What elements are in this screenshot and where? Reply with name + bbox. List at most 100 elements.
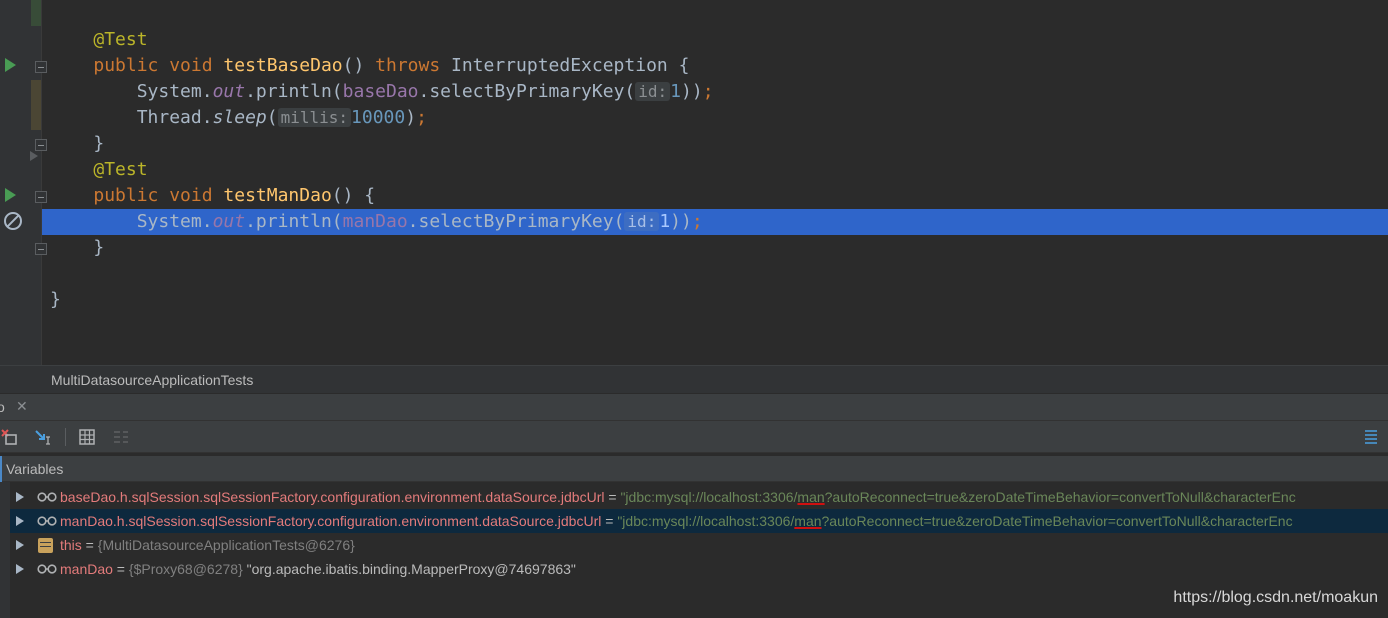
restore-panel-icon[interactable] xyxy=(1363,429,1379,445)
close-icon[interactable]: ✕ xyxy=(16,398,28,415)
code-text: public void testManDao() { xyxy=(50,183,375,209)
code-text: } xyxy=(50,131,104,157)
editor-gutter[interactable] xyxy=(0,0,47,365)
evaluate-expression-icon[interactable] xyxy=(79,429,95,445)
code-text: @Test xyxy=(50,157,148,183)
variable-value: "org.apache.ibatis.binding.MapperProxy@7… xyxy=(242,561,576,577)
breadcrumb-class[interactable]: MultiDatasourceApplicationTests xyxy=(51,366,253,394)
code-token: .println( xyxy=(245,211,343,232)
code-line[interactable]: @Test xyxy=(42,157,1388,183)
code-text: } xyxy=(50,287,61,313)
code-token: System. xyxy=(93,81,213,102)
variable-equals: = xyxy=(81,537,98,553)
code-line[interactable]: } xyxy=(42,235,1388,261)
variable-text: this = {MultiDatasourceApplicationTests@… xyxy=(60,533,355,557)
variable-text: manDao.h.sqlSession.sqlSessionFactory.co… xyxy=(60,509,1293,533)
debug-toolbar xyxy=(0,421,1388,453)
variable-equals: = xyxy=(604,489,621,505)
parameter-hint: id: xyxy=(624,212,660,231)
watermark: https://blog.csdn.net/moakun xyxy=(1173,589,1378,606)
muted-breakpoint-icon[interactable] xyxy=(4,212,22,230)
run-test-icon[interactable] xyxy=(5,188,16,202)
variable-value: "jdbc:mysql://localhost:3306/ xyxy=(620,489,798,505)
variable-row[interactable]: baseDao.h.sqlSession.sqlSessionFactory.c… xyxy=(10,485,1388,509)
code-token: )) xyxy=(681,81,703,102)
code-token: System. xyxy=(93,211,213,232)
code-token: ) xyxy=(405,107,417,128)
code-token: testManDao xyxy=(223,185,332,206)
code-token: 1 xyxy=(670,81,681,102)
code-token: out xyxy=(212,81,246,102)
code-line[interactable] xyxy=(42,261,1388,287)
code-token: InterruptedException { xyxy=(451,55,690,76)
code-token: () xyxy=(342,55,376,76)
code-token: Thread. xyxy=(93,107,213,128)
variable-name: manDao.h.sqlSession.sqlSessionFactory.co… xyxy=(60,513,602,529)
code-token: ; xyxy=(691,211,703,232)
variable-name: baseDao.h.sqlSession.sqlSessionFactory.c… xyxy=(60,489,605,505)
variables-header: Variables xyxy=(0,455,1388,483)
code-line[interactable]: Thread.sleep(millis: 10000); xyxy=(42,105,1388,131)
code-text: @Test xyxy=(50,27,148,53)
code-text: } xyxy=(50,235,104,261)
expand-arrow-icon[interactable] xyxy=(16,516,24,526)
code-token: 10000 xyxy=(351,107,406,128)
expand-arrow-icon[interactable] xyxy=(16,540,24,550)
code-token: .selectByPrimaryKey( xyxy=(407,211,625,232)
expand-arrow-icon[interactable] xyxy=(16,492,24,502)
code-token: @Test xyxy=(93,29,148,50)
code-token: )) xyxy=(670,211,692,232)
variable-row[interactable]: this = {MultiDatasourceApplicationTests@… xyxy=(10,533,1388,557)
code-token: public void xyxy=(93,185,224,206)
code-token: manDao xyxy=(342,211,408,232)
code-line[interactable]: public void testBaseDao() throws Interru… xyxy=(42,53,1388,79)
code-text: System.out.println(baseDao.selectByPrima… xyxy=(50,79,714,105)
code-line[interactable]: } xyxy=(42,287,1388,313)
code-token: .selectByPrimaryKey( xyxy=(418,81,636,102)
code-token: 1 xyxy=(659,211,671,232)
code-line-current[interactable]: System.out.println(manDao.selectByPrimar… xyxy=(42,209,1388,235)
variable-row[interactable]: manDao.h.sqlSession.sqlSessionFactory.co… xyxy=(10,509,1388,533)
variable-name: this xyxy=(60,537,82,553)
run-test-icon[interactable] xyxy=(5,58,16,72)
code-line[interactable]: } xyxy=(42,131,1388,157)
code-token: baseDao xyxy=(342,81,419,102)
code-line[interactable]: System.out.println(baseDao.selectByPrima… xyxy=(42,79,1388,105)
change-marker xyxy=(31,80,41,130)
debug-tab-label[interactable]: o xyxy=(0,399,5,415)
step-into-icon[interactable] xyxy=(35,429,51,445)
variable-row[interactable]: manDao = {$Proxy68@6278} "org.apache.iba… xyxy=(10,557,1388,581)
variables-left-bar xyxy=(0,482,10,618)
code-text: Thread.sleep(millis: 10000); xyxy=(50,105,427,131)
breadcrumb[interactable]: MultiDatasourceApplicationTests xyxy=(0,365,1388,393)
code-token: public void xyxy=(93,55,224,76)
watch-glasses-icon xyxy=(37,516,57,526)
variable-equals: = xyxy=(601,513,618,529)
code-token: () { xyxy=(331,185,376,206)
code-text: System.out.println(manDao.selectByPrimar… xyxy=(50,209,703,235)
variable-value-highlight: man xyxy=(794,513,822,529)
variable-equals: = xyxy=(112,561,129,577)
parameter-hint: millis: xyxy=(277,108,352,127)
variables-title: Variables xyxy=(6,461,64,477)
layout-icon[interactable] xyxy=(113,429,129,445)
change-marker xyxy=(31,0,41,26)
code-token: @Test xyxy=(93,159,148,180)
code-line[interactable]: public void testManDao() { xyxy=(42,183,1388,209)
code-token: throws xyxy=(375,55,451,76)
code-token: ; xyxy=(416,107,427,128)
code-token: } xyxy=(50,289,61,310)
code-line[interactable]: @Test xyxy=(42,27,1388,53)
code-token: sleep xyxy=(212,107,267,128)
focus-edge xyxy=(0,456,2,483)
toolbar-separator xyxy=(65,428,66,446)
variable-value: ?autoReconnect=true&zeroDateTimeBehavior… xyxy=(824,489,1296,505)
variable-name: manDao xyxy=(60,561,113,577)
expand-arrow-icon[interactable] xyxy=(16,564,24,574)
parameter-hint: id: xyxy=(635,82,671,101)
variable-text: manDao = {$Proxy68@6278} "org.apache.iba… xyxy=(60,557,576,581)
code-editor[interactable]: @Test public void testBaseDao() throws I… xyxy=(0,0,1388,365)
code-token: out xyxy=(212,211,246,232)
restore-layout-icon[interactable] xyxy=(1,429,17,445)
